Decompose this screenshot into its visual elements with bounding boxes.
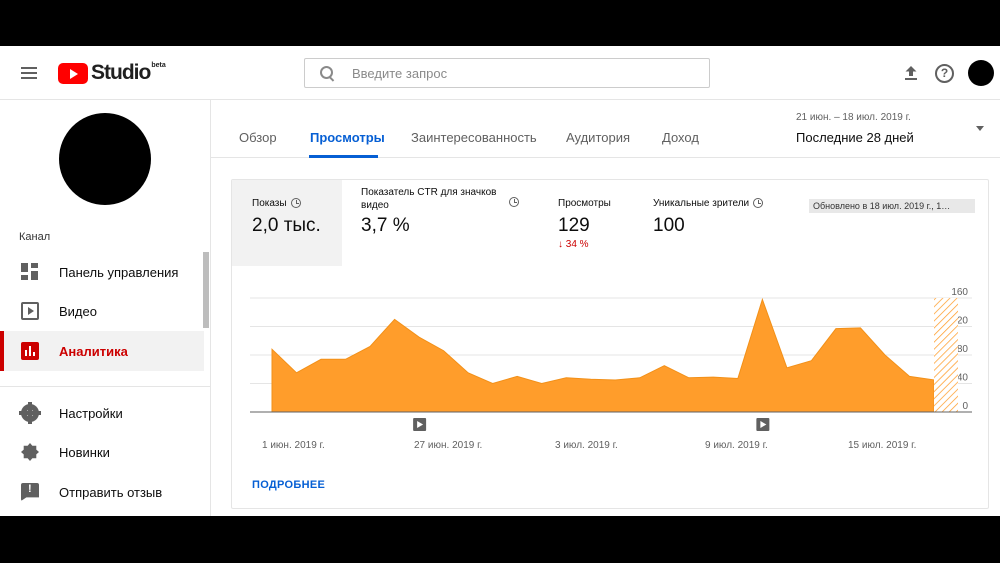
sidebar-item-settings[interactable]: Настройки [0,393,204,433]
whats-new-icon [21,443,39,461]
analytics-tabs: Обзор Просмотры Заинтересованность Аудит… [211,100,1000,158]
x-tick-label: 15 июл. 2019 г. [848,440,916,451]
x-tick-label: 3 июл. 2019 г. [555,440,618,451]
top-header: Studio beta ? [0,46,1000,100]
arrow-down-icon: ↓ [558,239,563,250]
analytics-icon [21,342,39,360]
metric-change-value: 34 % [565,239,589,250]
incomplete-data-region [934,298,958,412]
metric-title: Уникальные зрители [653,197,764,210]
sidebar-item-label: Отправить отзыв [59,484,163,500]
studio-logo[interactable]: Studio beta [58,60,166,86]
logo-text: Studio [91,61,151,84]
tab-reach[interactable]: Просмотры [310,130,385,145]
metric-title-text: Просмотры [558,198,611,209]
info-icon[interactable] [753,198,764,209]
info-icon[interactable] [509,197,519,207]
chart-area-series [271,297,935,413]
menu-icon[interactable] [19,64,41,82]
sidebar-item-whats-new[interactable]: Новинки [0,432,204,472]
beta-badge: beta [151,62,166,69]
see-more-link[interactable]: ПОДРОБНЕЕ [252,479,325,491]
youtube-play-icon [58,62,88,84]
metric-impressions[interactable]: Показы 2,0 тыс. [232,180,342,266]
metric-unique-viewers[interactable]: Уникальные зрители 100 [632,180,782,266]
metric-title-text: Показатель CTR для значков видео [361,187,497,211]
metrics-card: Показы 2,0 тыс. Показатель CTR для значк… [231,179,989,509]
date-range-selector[interactable]: Последние 28 дней [796,130,914,145]
sidebar-item-video[interactable]: Видео [0,291,204,331]
channel-section-label: Канал [19,231,51,243]
search-input[interactable] [352,65,682,81]
video-icon [21,302,39,320]
account-avatar[interactable] [968,60,994,86]
tab-revenue[interactable]: Доход [662,130,699,145]
sidebar-item-label: Настройки [59,405,123,421]
main-content: Обзор Просмотры Заинтересованность Аудит… [211,100,1000,516]
sidebar-item-analytics[interactable]: Аналитика [0,331,204,371]
letterbox-bottom [0,516,1000,563]
feedback-icon [21,483,39,501]
y-tick-label: 0 [962,401,968,412]
search-icon [320,66,334,80]
x-tick-label: 1 июн. 2019 г. [262,440,325,451]
y-tick-label: 80 [957,344,969,355]
letterbox-top [0,0,1000,46]
gear-icon [19,402,41,424]
impressions-chart[interactable]: 160120804001 июн. 2019 г. 27 июн. 2019 г.… [232,280,988,460]
metric-value: 3,7 % [361,215,410,236]
metric-ctr[interactable]: Показатель CTR для значков видео 3,7 % [342,180,527,266]
tab-audience[interactable]: Аудитория [566,130,630,145]
help-icon[interactable]: ? [935,64,954,83]
channel-avatar[interactable] [59,113,151,205]
active-tab-indicator [309,155,378,158]
metric-views[interactable]: Просмотры 129 ↓ 34 % [537,180,632,266]
sidebar-scrollbar[interactable] [203,252,209,328]
youtube-studio-app: Studio beta ? Канал Панель управления Ви… [0,46,1000,516]
search-box[interactable] [304,58,710,88]
date-range-dates: 21 июн. – 18 июл. 2019 г. [796,112,911,123]
chevron-down-icon[interactable] [976,126,984,131]
metric-value: 2,0 тыс. [252,215,321,236]
sidebar-item-dashboard[interactable]: Панель управления [0,252,204,292]
sidebar-item-label: Новинки [59,444,110,460]
sidebar-divider [0,386,211,387]
sidebar-item-label: Панель управления [59,264,179,280]
dashboard-icon [21,263,39,281]
upload-icon[interactable] [902,64,920,82]
metric-value: 100 [653,215,685,236]
sidebar-item-label: Видео [59,303,97,319]
sidebar-item-label: Аналитика [59,343,128,359]
metric-value: 129 [558,215,590,236]
y-tick-label: 160 [951,287,968,298]
metric-change: ↓ 34 % [558,239,589,250]
sidebar-item-feedback[interactable]: Отправить отзыв [0,472,204,512]
metric-title-text: Уникальные зрители [653,198,750,209]
sidebar: Канал Панель управления Видео Аналитика … [0,100,211,516]
x-tick-label: 9 июл. 2019 г. [705,440,768,451]
tab-engagement[interactable]: Заинтересованность [411,130,537,145]
updated-badge: Обновлено в 18 июл. 2019 г., 1… [809,199,975,213]
metric-title: Показы [252,197,301,210]
metric-title-text: Показы [252,198,287,209]
x-tick-label: 27 июн. 2019 г. [414,440,482,451]
tab-overview[interactable]: Обзор [239,130,277,145]
y-tick-label: 40 [957,373,969,384]
info-icon[interactable] [290,198,301,209]
